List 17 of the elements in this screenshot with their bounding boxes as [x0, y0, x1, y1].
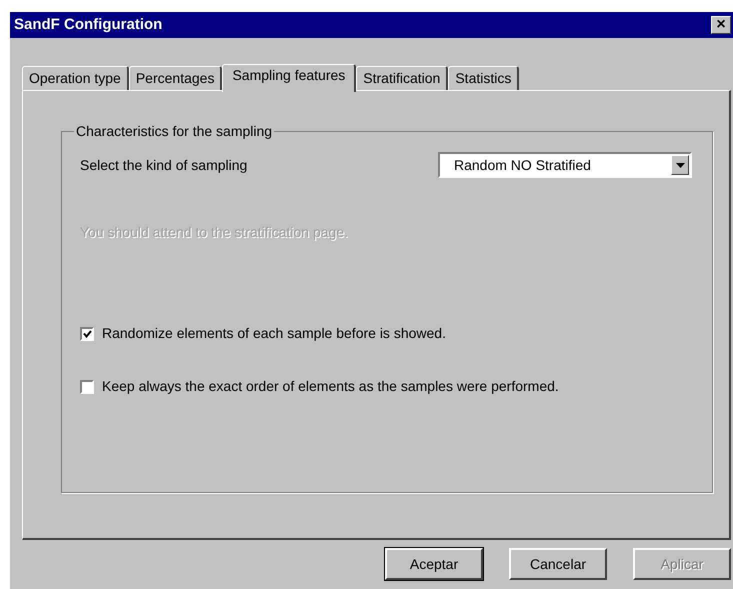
- checkbox[interactable]: [80, 380, 94, 394]
- tab[interactable]: Operation type: [22, 66, 129, 90]
- tab[interactable]: Percentages: [128, 66, 222, 90]
- stratification-note: You should attend to the stratification page.: [80, 224, 348, 240]
- dialog-button[interactable]: Aceptar: [385, 548, 483, 580]
- sampling-kind-label: Select the kind of sampling: [80, 156, 248, 175]
- tab[interactable]: Statistics: [448, 66, 520, 90]
- window-title: SandF Configuration: [14, 14, 162, 35]
- checkbox-label: Keep always the exact order of elements as the samples were performed.: [102, 377, 559, 396]
- group-title: Characteristics for the sampling: [75, 122, 274, 141]
- close-button[interactable]: ×: [711, 16, 731, 34]
- sampling-kind-dropdown[interactable]: Random NO Stratified: [438, 152, 692, 178]
- tab[interactable]: Stratification: [356, 66, 448, 90]
- checkbox[interactable]: [80, 326, 94, 340]
- tab[interactable]: Sampling features: [222, 64, 356, 92]
- checkbox-label: Randomize elements of each sample before is showed.: [102, 324, 446, 343]
- dialog-button[interactable]: Cancelar: [509, 548, 607, 580]
